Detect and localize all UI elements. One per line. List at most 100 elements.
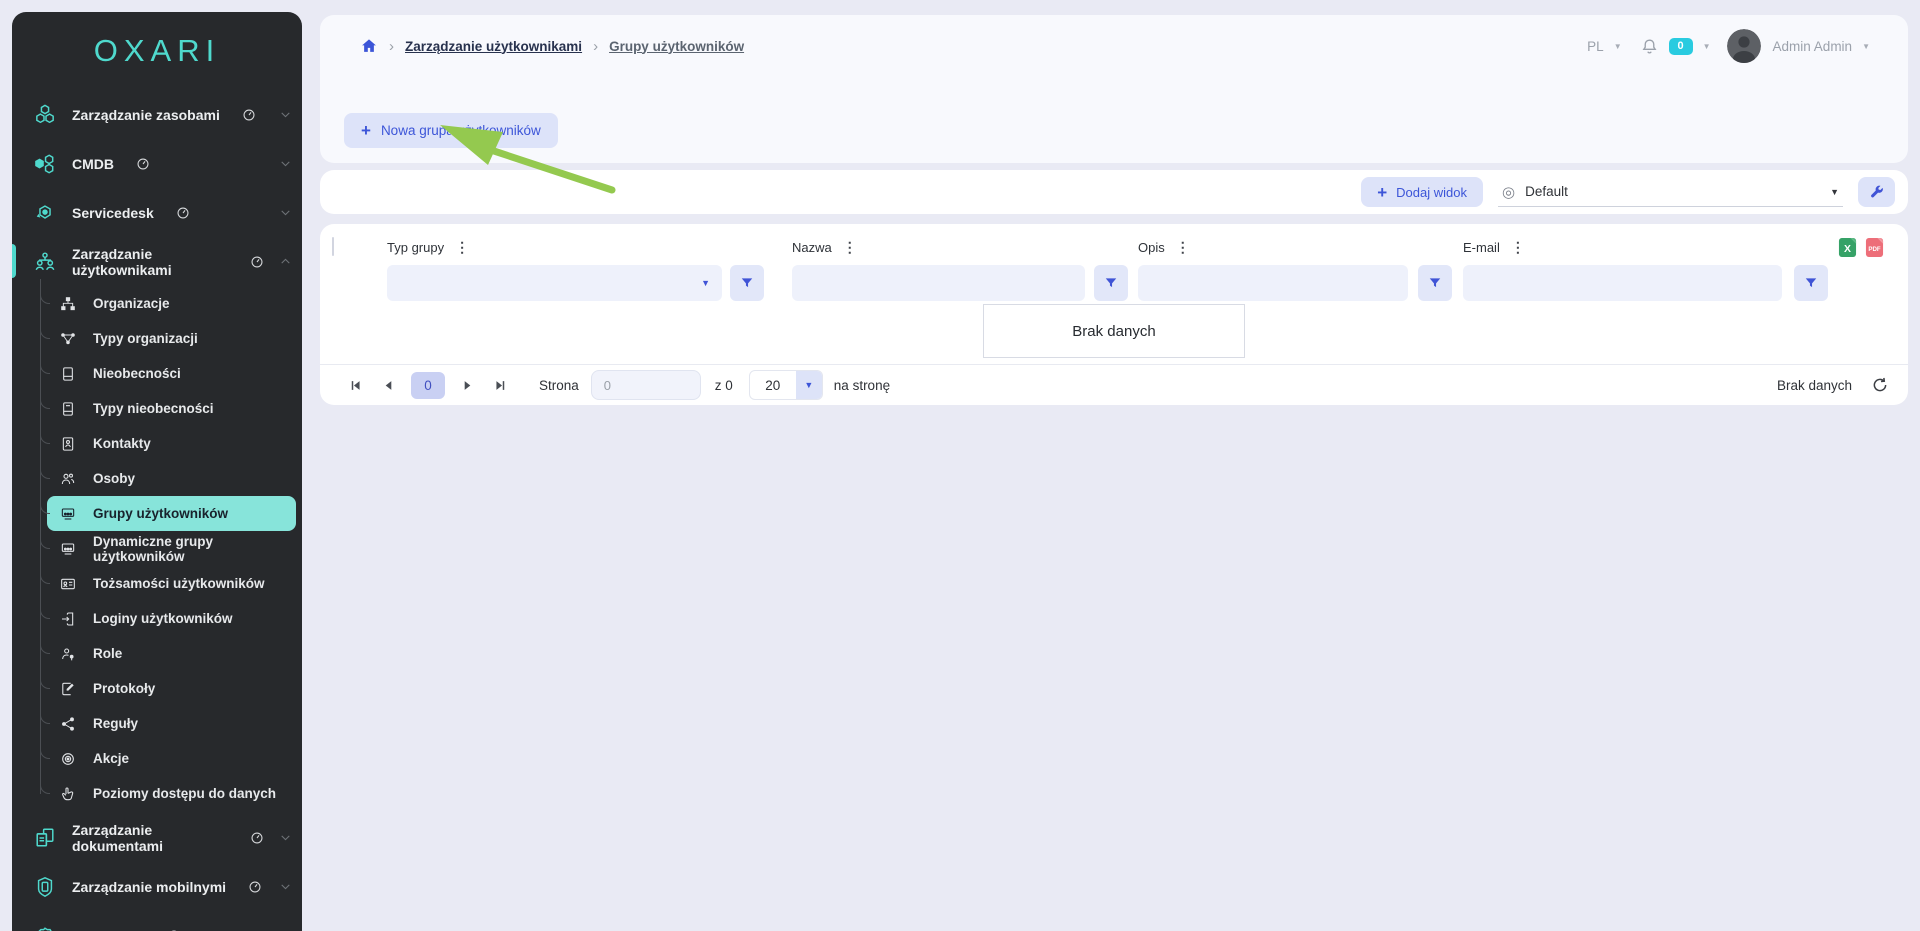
user-management-icon: [33, 251, 57, 273]
pagination-status: Brak danych: [1777, 378, 1852, 393]
sidebar-item-absence-types[interactable]: Typy nieobecności: [47, 391, 296, 426]
add-view-button[interactable]: + Dodaj widok: [1361, 177, 1483, 207]
column-menu-icon[interactable]: ⋮: [1511, 240, 1525, 254]
sidebar-item-label: Zarządzanie zasobami: [72, 107, 220, 123]
mobile-icon: [33, 876, 57, 898]
sidebar-item-data-access-levels[interactable]: Poziomy dostępu do danych: [47, 776, 296, 811]
sidebar-item-roles[interactable]: Role: [47, 636, 296, 671]
avatar[interactable]: [1727, 29, 1761, 63]
configure-view-button[interactable]: [1858, 177, 1895, 207]
notification-badge: 0: [1669, 38, 1693, 55]
sidebar-item-label: Organizacje: [93, 296, 170, 311]
svg-text:PDF: PDF: [1868, 245, 1881, 252]
chevron-down-icon[interactable]: ▼: [1614, 42, 1622, 51]
select-all-checkbox[interactable]: [332, 237, 334, 256]
table-header-row: Typ grupy ⋮ Nazwa ⋮ Opis ⋮ E-mail ⋮ X PD…: [320, 224, 1908, 262]
sidebar-item-servicedesk[interactable]: Servicedesk: [12, 188, 302, 237]
sidebar-item-user-management[interactable]: Zarządzanie użytkownikami: [12, 237, 302, 286]
sidebar-item-settings[interactable]: Ustawienia: [12, 911, 302, 931]
gauge-icon: [250, 255, 264, 269]
header-card: › Zarządzanie użytkownikami › Grupy użyt…: [320, 15, 1908, 163]
sidebar-item-dynamic-user-groups[interactable]: Dynamiczne grupy użytkowników: [47, 531, 296, 566]
documents-icon: [33, 827, 57, 849]
user-management-submenu: Organizacje Typy organizacji Nieobecnośc…: [47, 286, 296, 811]
sidebar-item-label: CMDB: [72, 156, 114, 172]
chevron-down-icon[interactable]: [279, 157, 292, 170]
new-user-group-button[interactable]: + Nowa grupa użytkowników: [344, 113, 558, 148]
page-label: Strona: [539, 378, 579, 393]
sidebar-item-organization-types[interactable]: Typy organizacji: [47, 321, 296, 356]
bell-icon[interactable]: [1640, 37, 1659, 56]
name-filter-button[interactable]: [1094, 265, 1128, 301]
page-number-input[interactable]: [591, 370, 701, 400]
assets-icon: [33, 104, 57, 126]
email-filter-input[interactable]: [1463, 265, 1782, 301]
current-page-button[interactable]: 0: [411, 372, 445, 399]
header-chrome: PL ▼ 0 ▼ Admin Admin ▼: [1587, 29, 1870, 63]
sidebar-item-user-logins[interactable]: Loginy użytkowników: [47, 601, 296, 636]
user-menu[interactable]: Admin Admin: [1773, 39, 1853, 54]
column-menu-icon[interactable]: ⋮: [455, 240, 469, 254]
sidebar-item-organizations[interactable]: Organizacje: [47, 286, 296, 321]
people-icon: [59, 471, 77, 487]
sidebar-item-document-management[interactable]: Zarządzanie dokumentami: [12, 813, 302, 862]
description-filter-input[interactable]: [1138, 265, 1408, 301]
sidebar-item-user-identities[interactable]: Tożsamości użytkowników: [47, 566, 296, 601]
column-menu-icon[interactable]: ⋮: [1176, 240, 1190, 254]
chevron-down-icon[interactable]: ▼: [1862, 42, 1870, 51]
sidebar-item-asset-management[interactable]: Zarządzanie zasobami: [12, 90, 302, 139]
previous-page-button[interactable]: [372, 378, 405, 393]
sidebar-item-label: Tożsamości użytkowników: [93, 576, 265, 591]
column-header-group-type[interactable]: Typ grupy ⋮: [387, 240, 792, 255]
next-page-button[interactable]: [451, 378, 484, 393]
sidebar-item-people[interactable]: Osoby: [47, 461, 296, 496]
sidebar-item-actions[interactable]: Akcje: [47, 741, 296, 776]
breadcrumb-separator: ›: [389, 38, 394, 55]
plus-icon: +: [1377, 184, 1387, 201]
group-type-filter-select[interactable]: ▼: [387, 265, 722, 301]
sidebar-item-absences[interactable]: Nieobecności: [47, 356, 296, 391]
description-filter-button[interactable]: [1418, 265, 1452, 301]
sidebar-item-cmdb[interactable]: CMDB: [12, 139, 302, 188]
column-menu-icon[interactable]: ⋮: [843, 240, 857, 254]
sidebar-item-user-groups[interactable]: Grupy użytkowników: [47, 496, 296, 531]
sidebar-item-label: Role: [93, 646, 122, 661]
gauge-icon: [136, 157, 150, 171]
chevron-down-icon[interactable]: [279, 880, 292, 893]
column-header-name[interactable]: Nazwa ⋮: [792, 240, 1138, 255]
sidebar-item-mobile-management[interactable]: Zarządzanie mobilnymi: [12, 862, 302, 911]
export-excel-icon[interactable]: X: [1838, 237, 1857, 258]
sidebar-item-label: Typy nieobecności: [93, 401, 214, 416]
export-pdf-icon[interactable]: PDF: [1865, 237, 1884, 258]
breadcrumb-link-user-groups[interactable]: Grupy użytkowników: [609, 39, 744, 54]
name-filter-input[interactable]: [792, 265, 1085, 301]
servicedesk-icon: [33, 202, 57, 224]
last-page-button[interactable]: [484, 378, 517, 393]
email-filter-button[interactable]: [1794, 265, 1828, 301]
chevron-down-icon: ▼: [796, 371, 822, 399]
dynamic-groups-icon: [59, 541, 77, 557]
first-page-button[interactable]: [339, 378, 372, 393]
chevron-down-icon[interactable]: [279, 206, 292, 219]
view-select[interactable]: ◎ Default ▼: [1498, 177, 1843, 207]
sidebar-item-label: Kontakty: [93, 436, 151, 451]
column-header-description[interactable]: Opis ⋮: [1138, 240, 1463, 255]
chevron-down-icon[interactable]: [279, 108, 292, 121]
refresh-icon[interactable]: [1871, 376, 1889, 394]
sidebar-item-protocols[interactable]: Protokoły: [47, 671, 296, 706]
home-icon[interactable]: [360, 37, 378, 55]
sidebar-item-label: Ustawienia: [72, 928, 145, 931]
sidebar-item-rules[interactable]: Reguły: [47, 706, 296, 741]
language-selector[interactable]: PL: [1587, 39, 1604, 54]
chevron-down-icon[interactable]: ▼: [1703, 42, 1711, 51]
chevron-down-icon[interactable]: [279, 831, 292, 844]
breadcrumb-link-user-management[interactable]: Zarządzanie użytkownikami: [405, 39, 582, 54]
sidebar-item-label: Reguły: [93, 716, 138, 731]
column-header-email[interactable]: E-mail ⋮: [1463, 240, 1838, 255]
chevron-up-icon[interactable]: [279, 255, 292, 268]
sidebar-item-label: Dynamiczne grupy użytkowników: [93, 534, 296, 564]
group-type-filter-button[interactable]: [730, 265, 764, 301]
page-size-select[interactable]: 20 ▼: [749, 370, 823, 400]
sidebar-item-contacts[interactable]: Kontakty: [47, 426, 296, 461]
sidebar-item-label: Loginy użytkowników: [93, 611, 233, 626]
